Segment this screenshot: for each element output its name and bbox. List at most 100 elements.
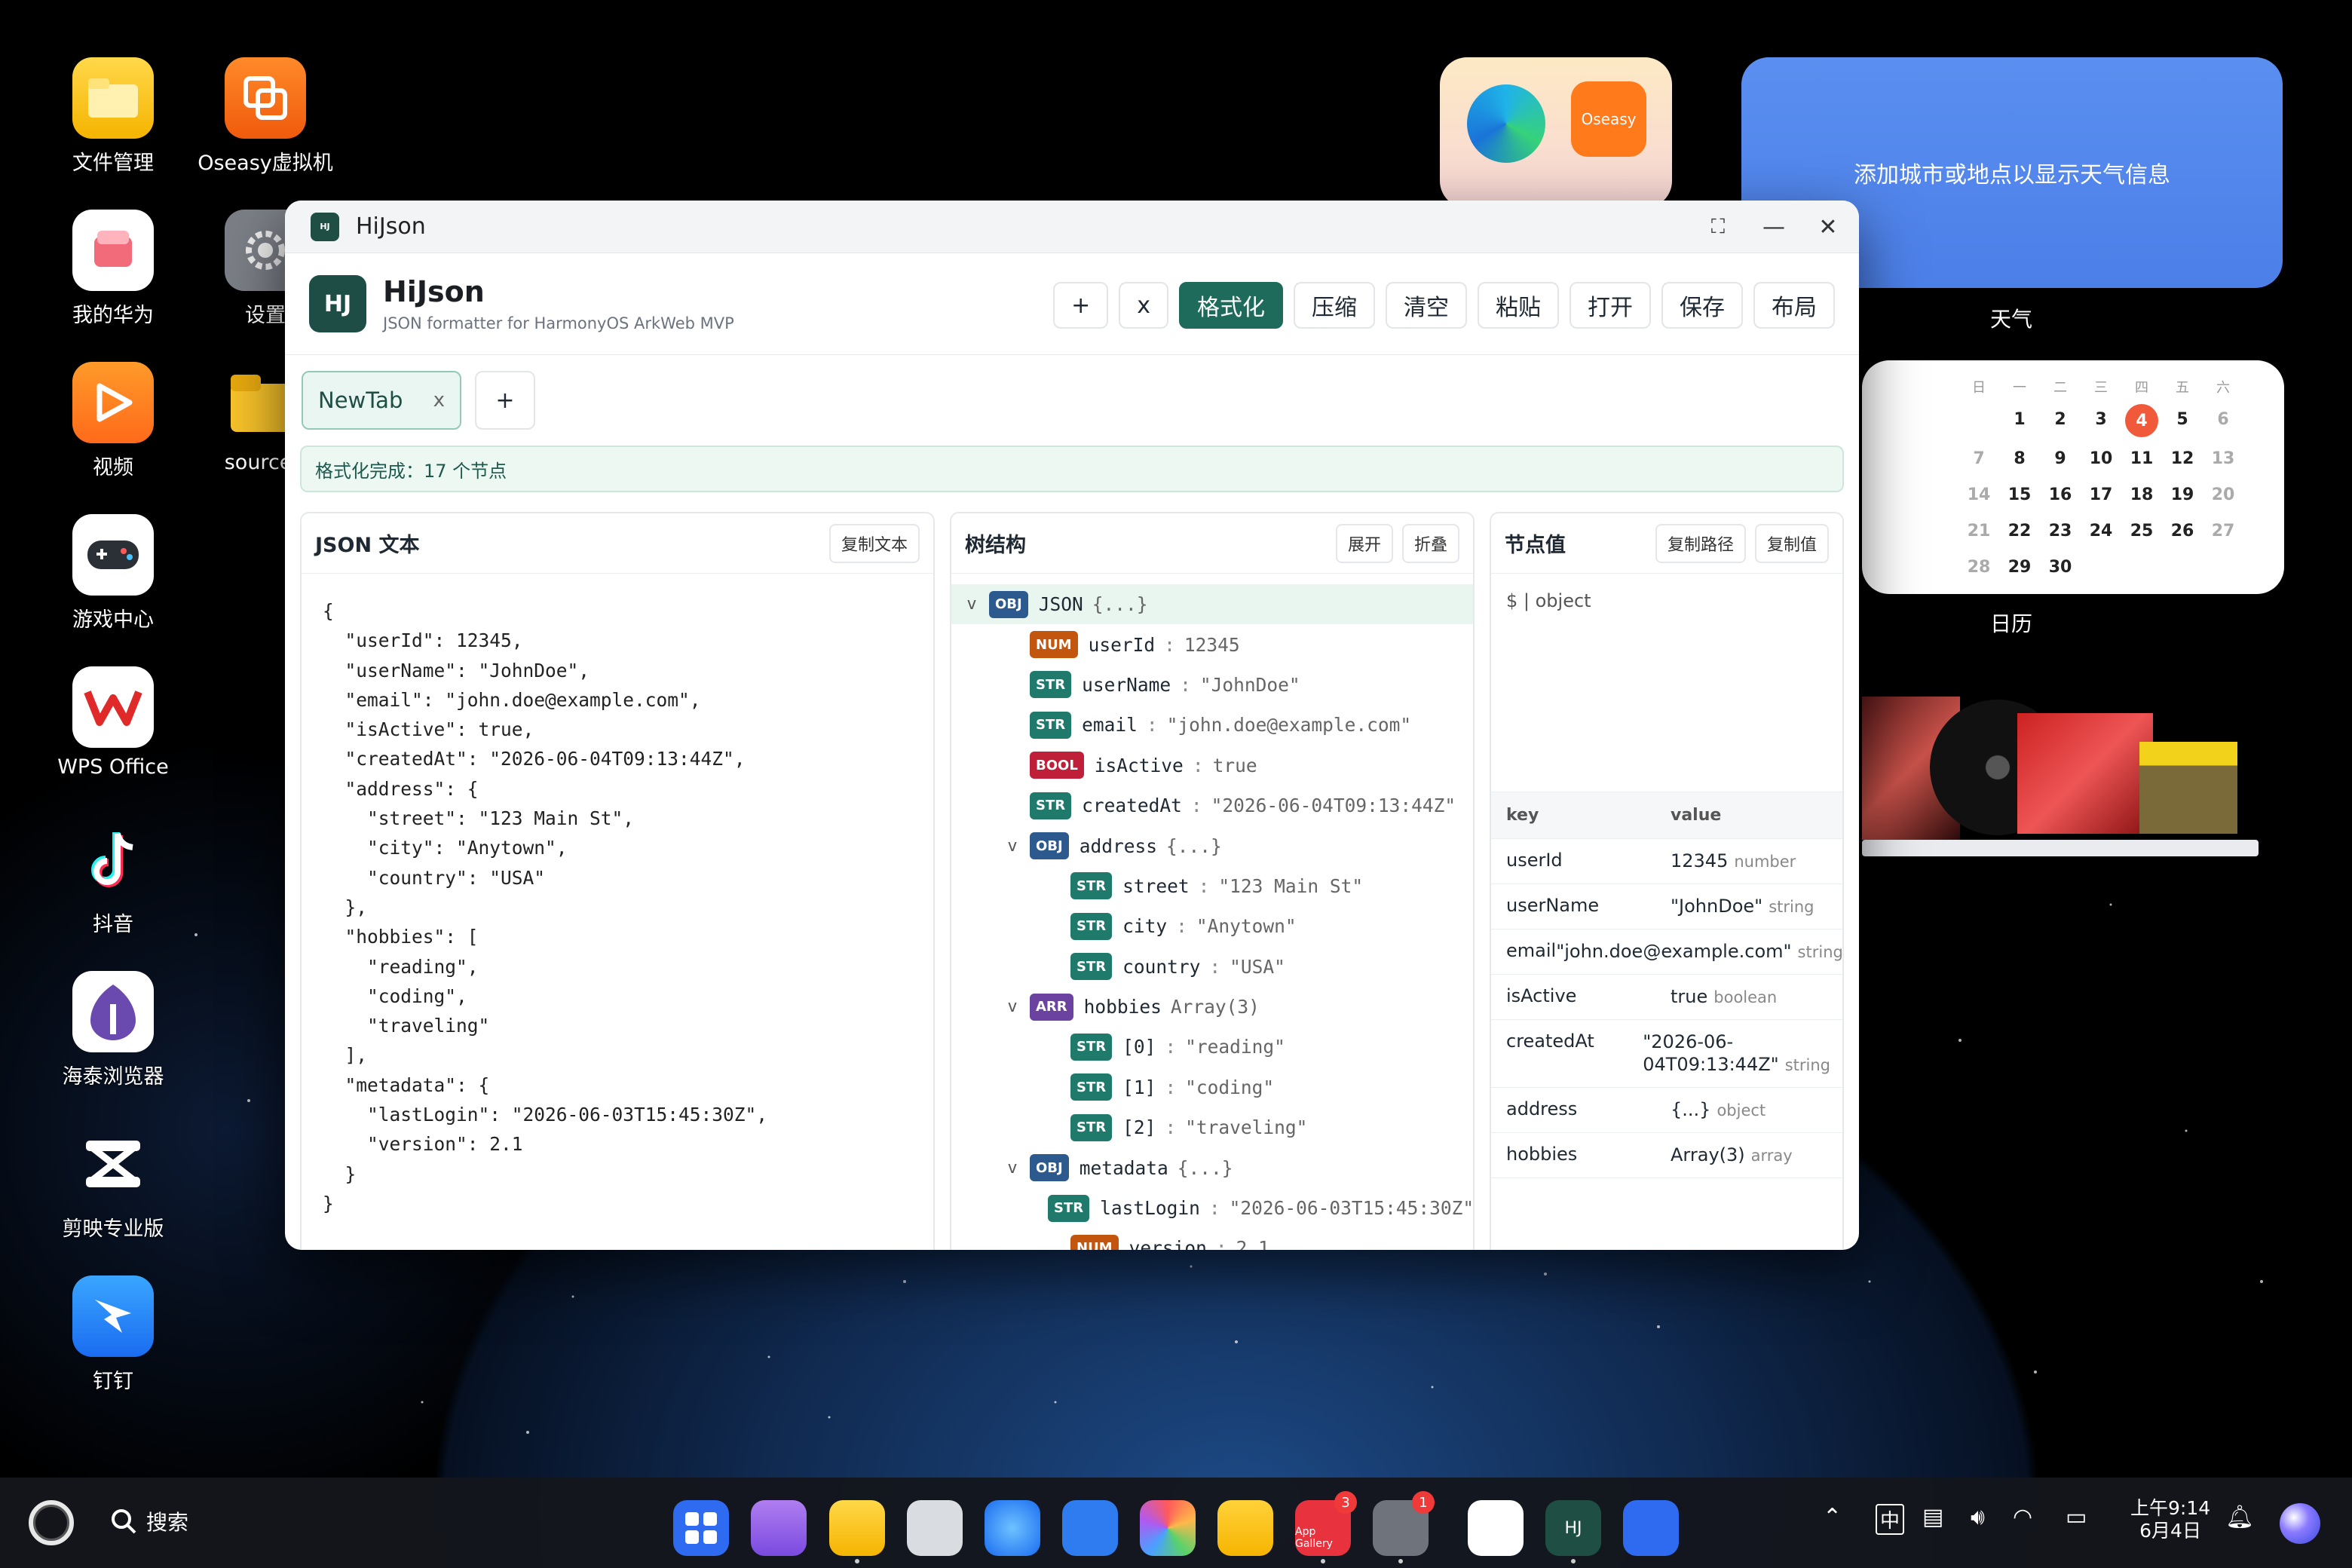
calendar-day[interactable]: 3 [2081, 404, 2121, 434]
desktop-icon-file-manager[interactable]: 文件管理 [38, 57, 188, 176]
calendar-day[interactable]: 13 [2203, 443, 2243, 473]
tray-expand-icon[interactable]: ⌃ [1823, 1504, 1842, 1530]
dock-notes[interactable] [1217, 1500, 1273, 1556]
tree-node[interactable]: STR street: "123 Main St" [951, 866, 1473, 906]
minimize-button[interactable]: — [1747, 201, 1800, 253]
chevron-down-icon[interactable]: v [1001, 1159, 1024, 1178]
dock-browser[interactable] [985, 1500, 1040, 1556]
calendar-day[interactable]: 1 [1999, 404, 2040, 434]
chevron-down-icon[interactable]: v [960, 595, 983, 614]
notification-icon[interactable]: 🔔︎ [2225, 1504, 2254, 1530]
tree-node[interactable]: STR [1]: "coding" [951, 1067, 1473, 1107]
tree-node[interactable]: STR createdAt: "2026-06-04T09:13:44Z" [951, 786, 1473, 825]
expand-all-button[interactable]: 展开 [1335, 523, 1393, 563]
calendar-day[interactable]: 9 [2040, 443, 2081, 473]
calendar-day[interactable]: 18 [2121, 479, 2162, 510]
volume-icon[interactable]: 🔊︎ [1971, 1504, 1985, 1530]
dock-launcher[interactable] [673, 1500, 729, 1556]
calendar-day[interactable]: 14 [1958, 479, 1999, 510]
calendar-day[interactable]: 22 [1999, 516, 2040, 546]
calendar-day[interactable]: 17 [2081, 479, 2121, 510]
kv-row[interactable]: userName "JohnDoe" string [1491, 884, 1842, 929]
calendar-day[interactable]: 7 [1958, 443, 1999, 473]
json-editor[interactable]: { "userId": 12345, "userName": "JohnDoe"… [302, 574, 933, 1218]
calendar-day[interactable]: 30 [2040, 552, 2081, 582]
calendar-day[interactable]: 24 [2081, 516, 2121, 546]
desktop-icon-my-huawei[interactable]: 我的华为 [38, 210, 188, 328]
desktop-icon-wps-office[interactable]: WPS Office [38, 666, 188, 779]
calendar-day[interactable]: 23 [2040, 516, 2081, 546]
calendar-day[interactable]: 29 [1999, 552, 2040, 582]
add-tab-button[interactable]: + [475, 371, 535, 430]
open-button[interactable]: 打开 [1570, 282, 1651, 329]
tree-node[interactable]: BOOL isActive: true [951, 746, 1473, 786]
tree-node[interactable]: STR country: "USA" [951, 947, 1473, 987]
tree-node[interactable]: v ARR hobbies Array(3) [951, 987, 1473, 1027]
dock-files[interactable] [829, 1500, 885, 1556]
dock-hijson[interactable]: HJ [1545, 1500, 1601, 1556]
desktop-icon-video[interactable]: 视频 [38, 362, 188, 480]
kv-row[interactable]: createdAt "2026-06-04T09:13:44Z" string [1491, 1020, 1842, 1088]
desktop-icon-capcut[interactable]: 剪映专业版 [38, 1123, 188, 1242]
tree-node[interactable]: STR email: "john.doe@example.com" [951, 705, 1473, 745]
tree-node[interactable]: STR userName: "JohnDoe" [951, 665, 1473, 705]
music-widget[interactable] [1862, 686, 2259, 861]
calendar-day[interactable]: 6 [2203, 404, 2243, 434]
calendar-day[interactable]: 11 [2121, 443, 2162, 473]
paste-button[interactable]: 粘贴 [1478, 282, 1559, 329]
tree-node[interactable]: v OBJ JSON {...} [951, 584, 1473, 625]
calendar-day[interactable]: 28 [1958, 552, 1999, 582]
collapse-all-button[interactable]: 折叠 [1401, 523, 1459, 563]
dock-mail[interactable] [1062, 1500, 1118, 1556]
calendar-day[interactable]: 5 [2162, 404, 2203, 434]
tree-node[interactable]: v OBJ metadata {...} [951, 1147, 1473, 1187]
ime-indicator[interactable]: 中 [1876, 1504, 1905, 1535]
save-button[interactable]: 保存 [1661, 282, 1743, 329]
window-titlebar[interactable]: HJ HiJson ⛶ — ✕ [285, 201, 1859, 253]
tree-node[interactable]: NUM userId:12345 [951, 624, 1473, 664]
kv-row[interactable]: hobbies Array(3) array [1491, 1133, 1842, 1178]
desktop-icon-douyin[interactable]: 抖音 [38, 819, 188, 937]
dock-multitask[interactable] [751, 1500, 807, 1556]
calendar-day[interactable]: 19 [2162, 479, 2203, 510]
calendar-day[interactable]: 16 [2040, 479, 2081, 510]
tab-newtab[interactable]: NewTab x [302, 371, 461, 430]
assistant-orb-icon[interactable] [2280, 1503, 2320, 1544]
calendar-day[interactable]: 12 [2162, 443, 2203, 473]
tree-node[interactable]: STR lastLogin: "2026-06-03T15:45:30Z" [951, 1188, 1473, 1228]
calendar-day[interactable]: 26 [2162, 516, 2203, 546]
close-document-button[interactable]: x [1119, 282, 1168, 329]
dock-photos[interactable] [1140, 1500, 1196, 1556]
calendar-day-today[interactable]: 4 [2125, 404, 2158, 437]
desktop-icon-haitai-browser[interactable]: 海泰浏览器 [38, 971, 188, 1089]
layout-button[interactable]: 布局 [1753, 282, 1835, 329]
dock-recycle-bin[interactable] [907, 1500, 963, 1556]
calendar-day[interactable]: 2 [2040, 404, 2081, 434]
tab-close-button[interactable]: x [433, 389, 445, 412]
tree-node[interactable]: STR city: "Anytown" [951, 906, 1473, 946]
taskbar-search[interactable]: 搜索 [110, 1506, 188, 1536]
maximize-button[interactable]: ⛶ [1692, 201, 1744, 253]
calendar-day[interactable]: 20 [2203, 479, 2243, 510]
calendar-widget[interactable]: 日一二三四五六 1 2 3 4 5 6 7 8 9 10 11 12 13 14 15 16 17 18 19 20 21… [1862, 360, 2284, 594]
tree-node[interactable]: NUM version:2.1 [951, 1228, 1473, 1250]
compress-button[interactable]: 压缩 [1294, 282, 1375, 329]
close-window-button[interactable]: ✕ [1802, 201, 1854, 253]
calendar-day[interactable]: 27 [2203, 516, 2243, 546]
wifi-icon[interactable]: ◠ [2013, 1504, 2032, 1530]
start-button[interactable] [29, 1500, 74, 1545]
copy-value-button[interactable]: 复制值 [1754, 523, 1829, 563]
kv-row[interactable]: email "john.doe@example.com" string [1491, 929, 1842, 975]
kv-row[interactable]: address {...} object [1491, 1088, 1842, 1133]
clear-button[interactable]: 清空 [1386, 282, 1467, 329]
calendar-day[interactable]: 10 [2081, 443, 2121, 473]
desktop-icon-dingtalk[interactable]: 钉钉 [38, 1276, 188, 1394]
calendar-day[interactable]: 15 [1999, 479, 2040, 510]
chevron-down-icon[interactable]: v [1001, 837, 1024, 856]
tree-node[interactable]: STR [0]: "reading" [951, 1027, 1473, 1067]
kv-row[interactable]: userId 12345 number [1491, 839, 1842, 884]
calendar-day[interactable]: 21 [1958, 516, 1999, 546]
clipboard-icon[interactable]: ▤ [1922, 1504, 1943, 1530]
desktop-icon-game-center[interactable]: 游戏中心 [38, 514, 188, 632]
format-button[interactable]: 格式化 [1179, 282, 1283, 329]
